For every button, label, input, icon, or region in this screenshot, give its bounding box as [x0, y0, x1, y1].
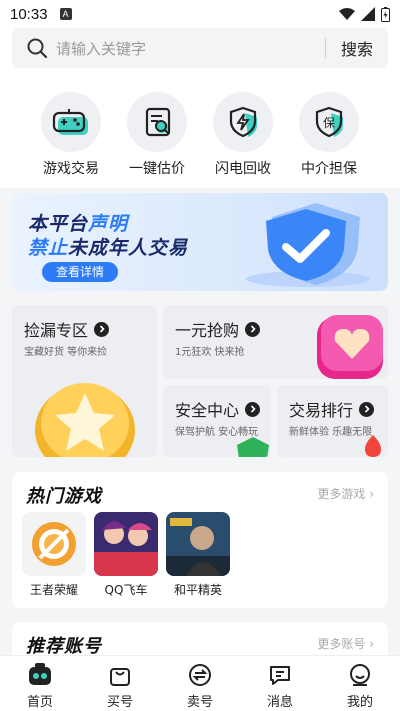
sell-icon: [187, 662, 213, 688]
game-card[interactable]: QQ飞车: [94, 512, 158, 598]
zone-title: 一元抢购: [175, 317, 261, 341]
search-input[interactable]: 请输入关键字: [56, 38, 325, 59]
game-card[interactable]: 王者荣耀: [22, 512, 86, 598]
zone-title: 捡漏专区: [24, 317, 110, 341]
zone-title-text: 捡漏专区: [24, 321, 89, 340]
game-name: 王者荣耀: [29, 583, 78, 597]
quick-action-label: 一键估价: [129, 161, 185, 177]
tab-sell[interactable]: 卖号: [160, 656, 240, 711]
zone-one-yuan[interactable]: 一元抢购 1元狂欢 快来抢: [163, 305, 388, 379]
zone-ranking[interactable]: 交易排行 新鲜体验 乐趣无限: [277, 385, 388, 457]
banner-line-1-highlight: 声明: [88, 213, 129, 235]
notice-banner[interactable]: 本平台声明 禁止未成年人交易 查看详情: [12, 193, 388, 291]
shield-check-illustration: [246, 203, 370, 287]
view-details-button[interactable]: 查看详情: [42, 262, 118, 282]
wifi-icon: [339, 8, 355, 20]
quick-actions: 游戏交易 一键估价 闪电回收 保 中介担保: [0, 78, 400, 188]
bottom-tab-bar: 首页 买号 卖号 消息 我的: [0, 655, 400, 711]
tab-label: 首页: [26, 695, 53, 710]
banner-line-2: 禁止未成年人交易: [28, 233, 188, 260]
zone-title-text: 一元抢购: [175, 321, 240, 340]
game-name: QQ飞车: [104, 583, 148, 597]
quick-action-label: 闪电回收: [215, 161, 271, 177]
search-button[interactable]: 搜索: [326, 36, 388, 60]
banner-line-2-highlight: 禁止: [28, 237, 69, 259]
zone-title-text: 交易排行: [289, 401, 354, 420]
guarantee-shield-icon: 保: [299, 92, 359, 152]
game-logo-qq-speed: [94, 512, 158, 576]
more-accounts-label: 更多账号: [317, 637, 366, 651]
status-icons: [339, 6, 390, 22]
tab-home[interactable]: 首页: [0, 656, 80, 711]
chevron-right-icon: [245, 321, 261, 337]
green-shield-icon: [237, 437, 269, 457]
zone-subtitle: 保驾护航 安心畅玩: [175, 427, 259, 438]
status-bar: 10:33 A: [0, 0, 400, 28]
profile-icon: [347, 662, 373, 688]
zone-subtitle: 宝藏好货 等你来捡: [24, 347, 108, 358]
svg-text:保: 保: [323, 116, 335, 130]
gamepad-icon: [41, 92, 101, 152]
chevron-right-icon: ›: [369, 637, 374, 651]
quick-action-label: 中介担保: [301, 161, 357, 177]
chevron-right-icon: [359, 401, 375, 417]
quick-action-guarantee[interactable]: 保 中介担保: [286, 92, 372, 178]
banner-line-1-prefix: 本平台: [28, 213, 89, 235]
more-games-link[interactable]: 更多游戏 ›: [317, 485, 374, 502]
home-icon: [27, 662, 53, 688]
tab-messages[interactable]: 消息: [240, 656, 320, 711]
message-icon: [267, 662, 293, 688]
tab-profile[interactable]: 我的: [320, 656, 400, 711]
zone-subtitle: 1元狂欢 快来抢: [175, 347, 245, 358]
section-title: 热门游戏: [26, 486, 102, 507]
status-time: 10:33: [10, 5, 48, 23]
shopping-bag-icon: [107, 662, 133, 688]
chevron-right-icon: [94, 321, 110, 337]
battery-icon: [381, 6, 390, 22]
zone-bargain[interactable]: 捡漏专区 宝藏好货 等你来捡: [12, 305, 157, 457]
quick-action-appraise[interactable]: 一键估价: [114, 92, 200, 178]
signal-icon: [361, 7, 375, 21]
star-coin-icon: [35, 383, 135, 457]
zone-security[interactable]: 安全中心 保驾护航 安心畅玩: [163, 385, 271, 457]
feature-zones: 捡漏专区 宝藏好货 等你来捡 一元抢购 1元狂欢 快来抢 安全中心 保驾护航 安…: [12, 305, 388, 457]
tab-label: 我的: [346, 695, 373, 710]
hot-games-section: 热门游戏 更多游戏 › 王者荣耀 QQ飞车 和平精英: [12, 472, 388, 608]
game-card[interactable]: 和平精英: [166, 512, 230, 598]
zone-title: 交易排行: [289, 397, 375, 421]
quick-action-game-trade[interactable]: 游戏交易: [28, 92, 114, 178]
appraise-icon: [127, 92, 187, 152]
chevron-right-icon: [245, 401, 261, 417]
chevron-right-icon: ›: [369, 487, 374, 501]
tab-label: 卖号: [186, 695, 213, 710]
more-accounts-link[interactable]: 更多账号 ›: [317, 635, 374, 652]
game-logo-wangzhe: [22, 512, 86, 576]
search-bar[interactable]: 请输入关键字 搜索: [12, 28, 388, 68]
notification-badge: A: [59, 8, 72, 20]
lightning-shield-icon: [213, 92, 273, 152]
tab-buy[interactable]: 买号: [80, 656, 160, 711]
quick-action-recycle[interactable]: 闪电回收: [200, 92, 286, 178]
banner-line-2-suffix: 未成年人交易: [68, 237, 189, 259]
zone-title: 安全中心: [175, 397, 261, 421]
flame-icon: [365, 435, 381, 457]
tab-label: 消息: [266, 695, 293, 710]
search-icon: [27, 38, 48, 59]
header: 请输入关键字 搜索: [0, 28, 400, 78]
zone-title-text: 安全中心: [175, 401, 240, 420]
banner-line-1: 本平台声明: [28, 209, 128, 236]
heart-box-icon: [317, 315, 383, 379]
quick-action-label: 游戏交易: [43, 161, 99, 177]
tab-label: 买号: [106, 695, 133, 710]
game-name: 和平精英: [173, 583, 222, 597]
game-logo-peacekeeper-elite: [166, 512, 230, 576]
more-games-label: 更多游戏: [317, 487, 366, 501]
